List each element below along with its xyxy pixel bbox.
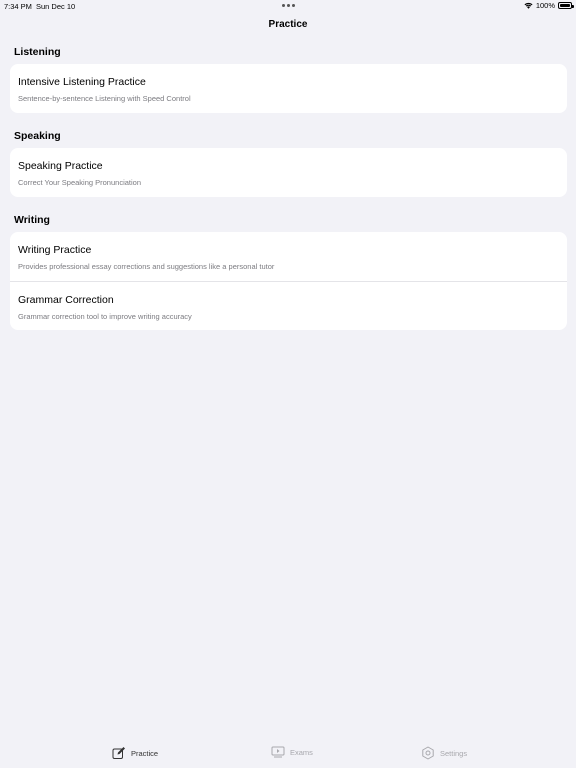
multitasking-dots-icon[interactable] <box>282 4 295 7</box>
listening-card: Intensive Listening Practice Sentence-by… <box>10 64 567 113</box>
section-header-writing: Writing <box>14 214 50 226</box>
row-subtitle: Provides professional essay corrections … <box>18 262 275 271</box>
status-date: Sun Dec 10 <box>36 2 76 11</box>
row-subtitle: Sentence-by-sentence Listening with Spee… <box>18 94 191 103</box>
grammar-correction-row[interactable]: Grammar Correction Grammar correction to… <box>10 281 567 330</box>
tab-label: Exams <box>290 747 313 757</box>
tab-practice[interactable]: Practice <box>112 746 158 760</box>
practice-screen: 7:34 PM Sun Dec 10 100% Practice Listeni… <box>0 0 576 768</box>
wifi-icon <box>524 2 533 9</box>
status-indicators: 100% <box>524 1 574 10</box>
page-title: Practice <box>268 19 308 30</box>
row-title: Writing Practice <box>18 244 92 256</box>
tab-exams[interactable]: Exams <box>271 746 313 758</box>
status-bar: 7:34 PM Sun Dec 10 100% <box>0 0 576 14</box>
gear-icon <box>422 746 434 760</box>
section-header-listening: Listening <box>14 46 61 58</box>
tab-bar: Practice Exams Settings <box>0 734 576 768</box>
tab-label: Settings <box>440 748 468 758</box>
battery-percent: 100% <box>535 1 555 10</box>
speaking-card: Speaking Practice Correct Your Speaking … <box>10 148 567 197</box>
status-time: 7:34 PM <box>4 2 32 11</box>
play-rectangle-icon <box>271 746 285 758</box>
row-subtitle: Grammar correction tool to improve writi… <box>18 312 192 321</box>
speaking-practice-row[interactable]: Speaking Practice Correct Your Speaking … <box>10 148 567 197</box>
row-title: Intensive Listening Practice <box>18 76 146 88</box>
square-pencil-icon <box>112 747 125 759</box>
section-header-speaking: Speaking <box>14 130 61 142</box>
intensive-listening-row[interactable]: Intensive Listening Practice Sentence-by… <box>10 64 567 113</box>
row-title: Grammar Correction <box>18 294 114 306</box>
battery-fill <box>560 4 570 7</box>
battery-icon <box>558 2 574 9</box>
tab-settings[interactable]: Settings <box>421 746 467 760</box>
row-title: Speaking Practice <box>18 160 103 172</box>
writing-practice-row[interactable]: Writing Practice Provides professional e… <box>10 232 567 281</box>
tab-label: Practice <box>131 748 159 758</box>
writing-card: Writing Practice Provides professional e… <box>10 232 567 330</box>
row-subtitle: Correct Your Speaking Pronunciation <box>18 178 141 187</box>
